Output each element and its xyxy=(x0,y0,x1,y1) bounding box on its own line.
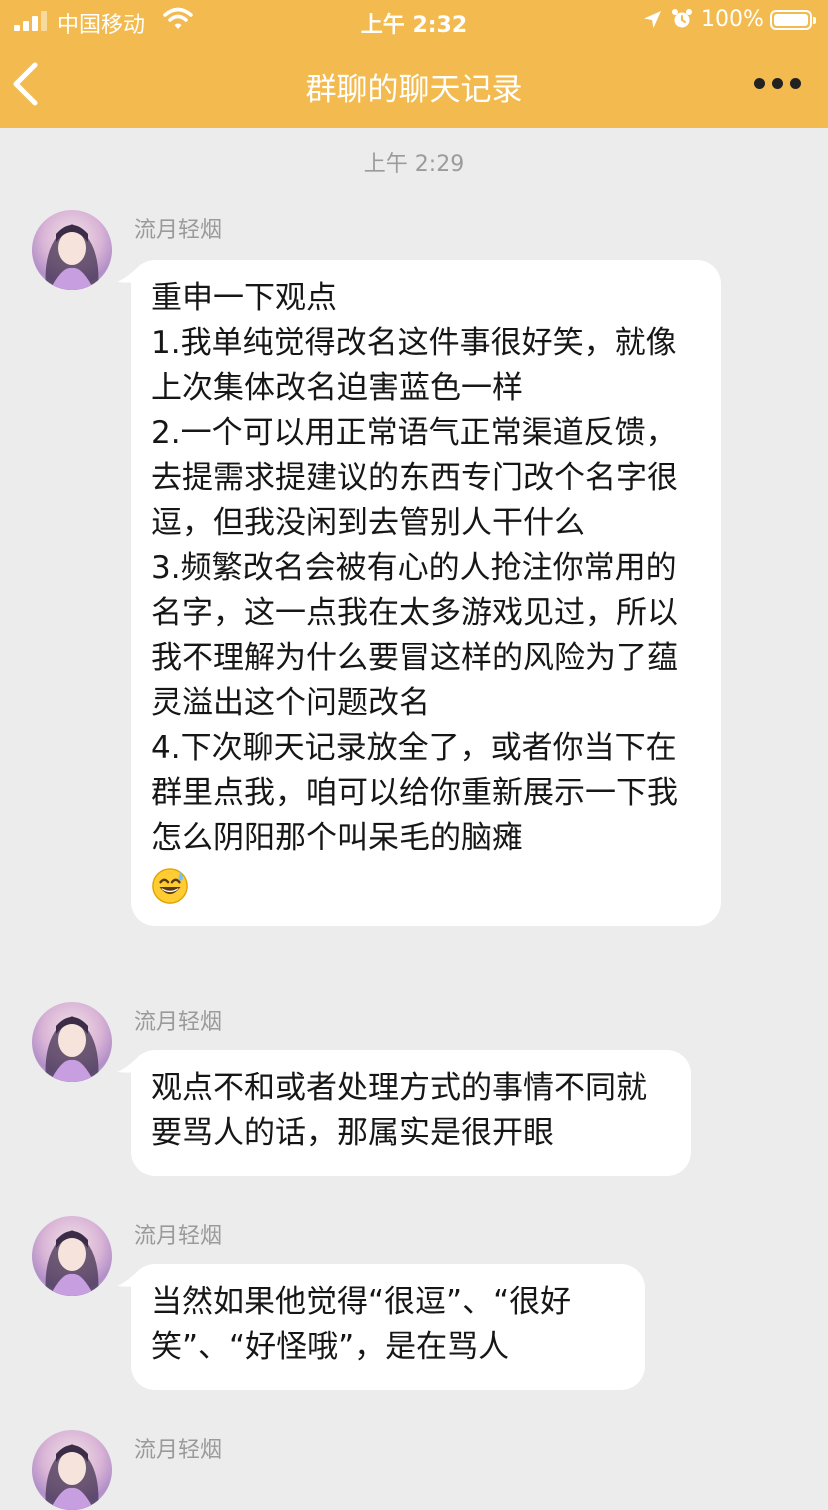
status-bar: 中国移动 上午 2:32 100% xyxy=(0,0,828,42)
message-bubble[interactable]: 当然如果他觉得“很逗”、“很好笑”、“好怪哦”，是在骂人 xyxy=(131,1264,645,1390)
message-text: 观点不和或者处理方式的事情不同就要骂人的话，那属实是很开眼 xyxy=(151,1070,647,1151)
chat-timestamp: 上午 2:29 xyxy=(363,152,465,177)
message-text: 当然如果他觉得“很逗”、“很好笑”、“好怪哦”，是在骂人 xyxy=(151,1284,572,1365)
battery-percent: 100% xyxy=(701,7,764,32)
avatar[interactable] xyxy=(32,1216,112,1296)
sender-name: 流月轻烟 xyxy=(134,1224,223,1249)
page-title: 群聊的聊天记录 xyxy=(305,72,523,108)
top-bar: 中国移动 上午 2:32 100% 群聊的聊天记录 xyxy=(0,0,828,128)
message-bubble[interactable]: 重申一下观点 1.我单纯觉得改名这件事很好笑，就像上次集体改名迫害蓝色一样 2.… xyxy=(131,260,721,926)
sender-name: 流月轻烟 xyxy=(134,218,223,243)
message-bubble[interactable]: 观点不和或者处理方式的事情不同就要骂人的话，那属实是很开眼 xyxy=(131,1050,691,1176)
alarm-icon xyxy=(672,9,692,28)
more-dots-icon[interactable] xyxy=(752,74,804,94)
avatar[interactable] xyxy=(32,1002,112,1082)
sender-name: 流月轻烟 xyxy=(134,1010,223,1035)
avatar[interactable] xyxy=(32,210,112,290)
location-arrow-icon xyxy=(644,11,661,28)
avatar[interactable] xyxy=(32,1430,112,1510)
message-text: 重申一下观点 1.我单纯觉得改名这件事很好笑，就像上次集体改名迫害蓝色一样 2.… xyxy=(151,280,678,856)
sender-name: 流月轻烟 xyxy=(134,1438,223,1463)
battery-icon xyxy=(770,10,816,30)
sweat-smile-emoji-icon xyxy=(152,867,188,904)
